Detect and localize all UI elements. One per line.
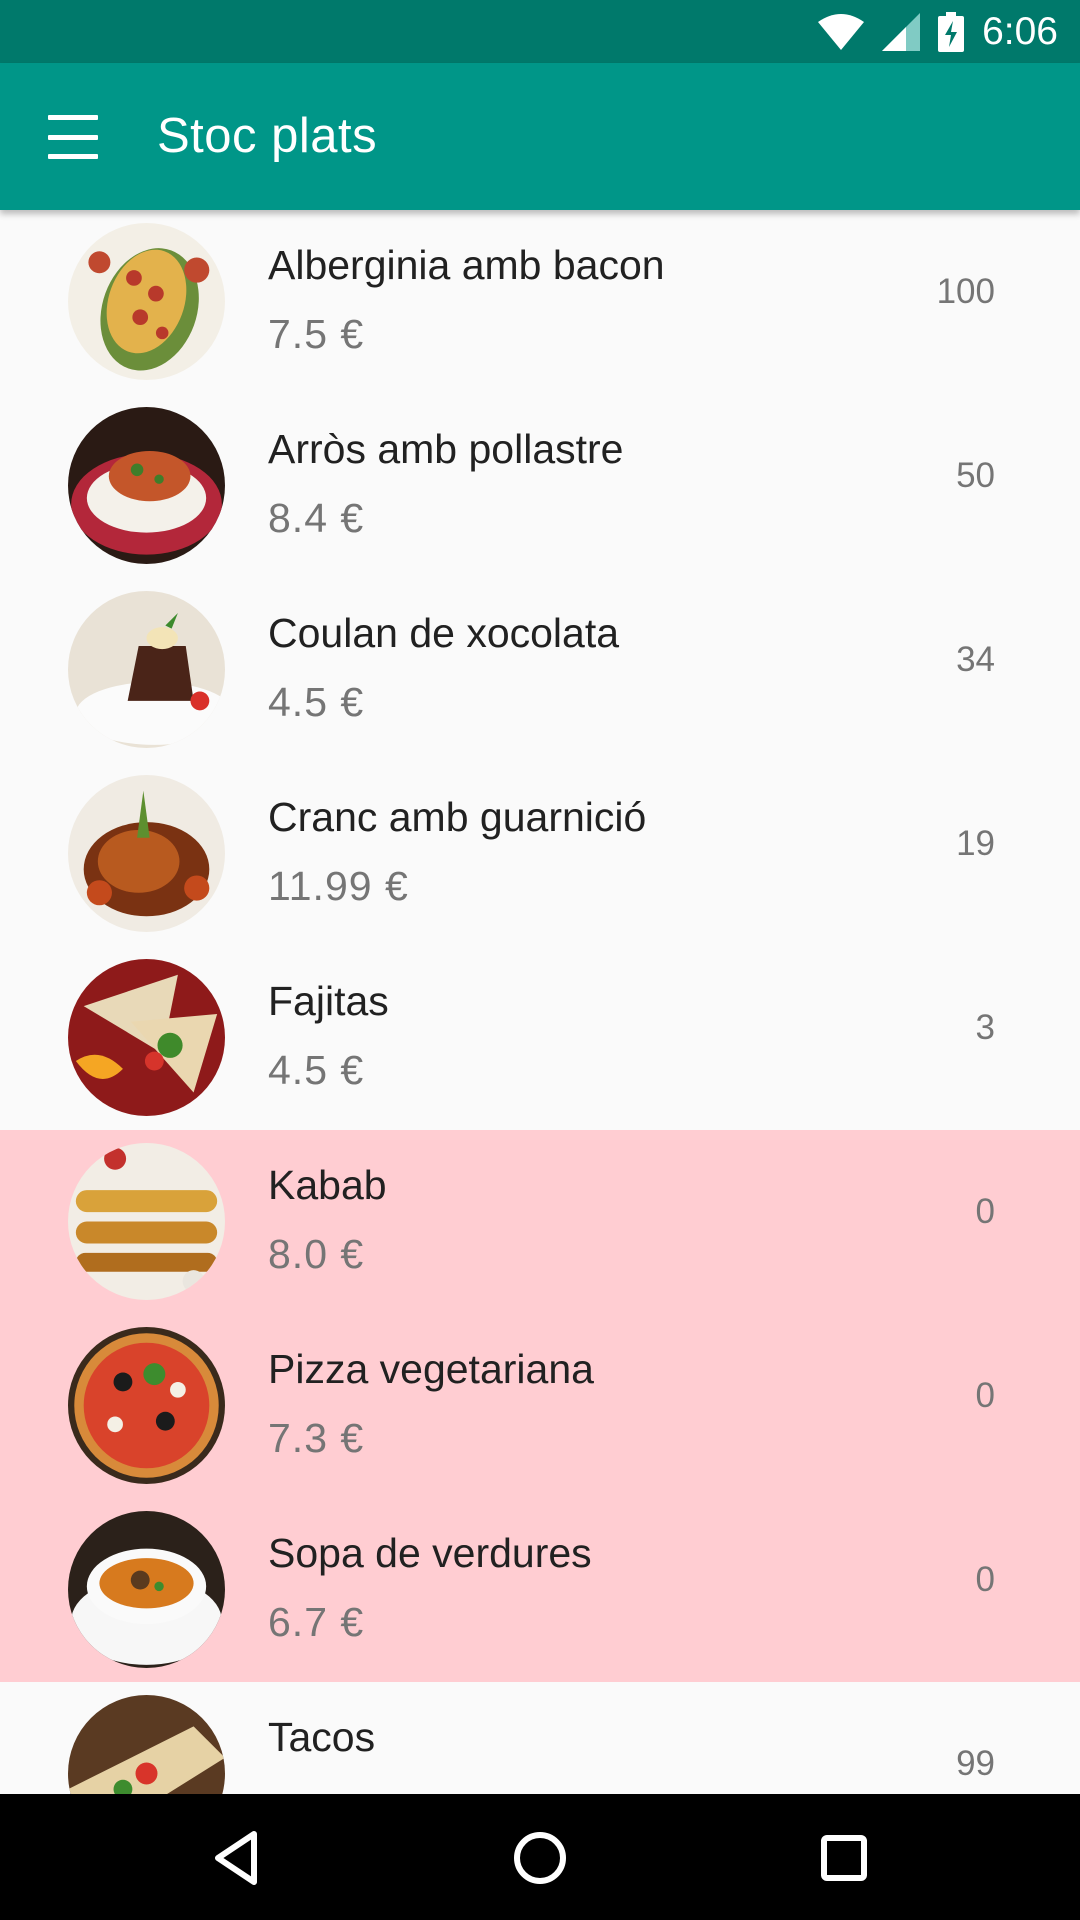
dish-image — [68, 1695, 225, 1794]
list-item[interactable]: Alberginia amb bacon 7.5 € 100 — [0, 210, 1080, 394]
dish-stock: 100 — [936, 272, 995, 311]
signal-icon — [882, 13, 921, 51]
dish-image — [68, 591, 225, 748]
dish-name: Kabab — [268, 1162, 387, 1208]
hamburger-menu-icon[interactable] — [40, 109, 106, 165]
list-item[interactable]: Cranc amb guarnició 11.99 € 19 — [0, 762, 1080, 946]
dish-name: Pizza vegetariana — [268, 1346, 594, 1392]
back-icon[interactable] — [204, 1826, 268, 1890]
dish-image — [68, 959, 225, 1116]
wifi-icon — [818, 14, 865, 50]
dish-stock: 99 — [956, 1744, 995, 1783]
dish-list[interactable]: Alberginia amb bacon 7.5 € 100 Arròs amb… — [0, 210, 1080, 1794]
dish-price: 11.99 € — [268, 863, 409, 909]
battery-charging-icon — [938, 12, 965, 52]
dish-name: Arròs amb pollastre — [268, 426, 624, 472]
dish-price: 4.5 € — [268, 1047, 365, 1093]
dish-price: 8.4 € — [268, 495, 365, 541]
dish-image — [68, 775, 225, 932]
dish-stock: 3 — [975, 1008, 995, 1047]
list-item[interactable]: Coulan de xocolata 4.5 € 34 — [0, 578, 1080, 762]
home-icon[interactable] — [508, 1826, 572, 1890]
dish-name: Alberginia amb bacon — [268, 242, 665, 288]
dish-stock: 19 — [956, 824, 995, 863]
dish-price: 8.0 € — [268, 1231, 365, 1277]
list-item[interactable]: Fajitas 4.5 € 3 — [0, 946, 1080, 1130]
dish-name: Cranc amb guarnició — [268, 794, 647, 840]
status-time: 6:06 — [982, 10, 1058, 53]
dish-image — [68, 1511, 225, 1668]
dish-image — [68, 1327, 225, 1484]
recents-icon[interactable] — [812, 1826, 876, 1890]
list-item-out-of-stock[interactable]: Kabab 8.0 € 0 — [0, 1130, 1080, 1314]
dish-image — [68, 1143, 225, 1300]
page-title: Stoc plats — [157, 109, 378, 163]
navigation-bar — [0, 1794, 1080, 1920]
dish-price: 7.5 € — [268, 311, 365, 357]
dish-price: 4.5 € — [268, 679, 365, 725]
dish-name: Tacos — [268, 1714, 376, 1760]
dish-image — [68, 407, 225, 564]
status-bar: 6:06 — [0, 0, 1080, 63]
app-bar: Stoc plats — [0, 63, 1080, 210]
list-item-out-of-stock[interactable]: Sopa de verdures 6.7 € 0 — [0, 1498, 1080, 1682]
dish-stock: 0 — [975, 1376, 995, 1415]
dish-price: 6.7 € — [268, 1599, 365, 1645]
dish-stock: 34 — [956, 640, 995, 679]
list-item[interactable]: Arròs amb pollastre 8.4 € 50 — [0, 394, 1080, 578]
dish-price: 7.3 € — [268, 1415, 365, 1461]
dish-stock: 0 — [975, 1192, 995, 1231]
list-item[interactable]: Tacos 99 — [0, 1682, 1080, 1794]
dish-stock: 0 — [975, 1560, 995, 1599]
dish-image — [68, 223, 225, 380]
list-item-out-of-stock[interactable]: Pizza vegetariana 7.3 € 0 — [0, 1314, 1080, 1498]
dish-name: Fajitas — [268, 978, 389, 1024]
dish-name: Sopa de verdures — [268, 1530, 592, 1576]
dish-stock: 50 — [956, 456, 995, 495]
dish-name: Coulan de xocolata — [268, 610, 620, 656]
